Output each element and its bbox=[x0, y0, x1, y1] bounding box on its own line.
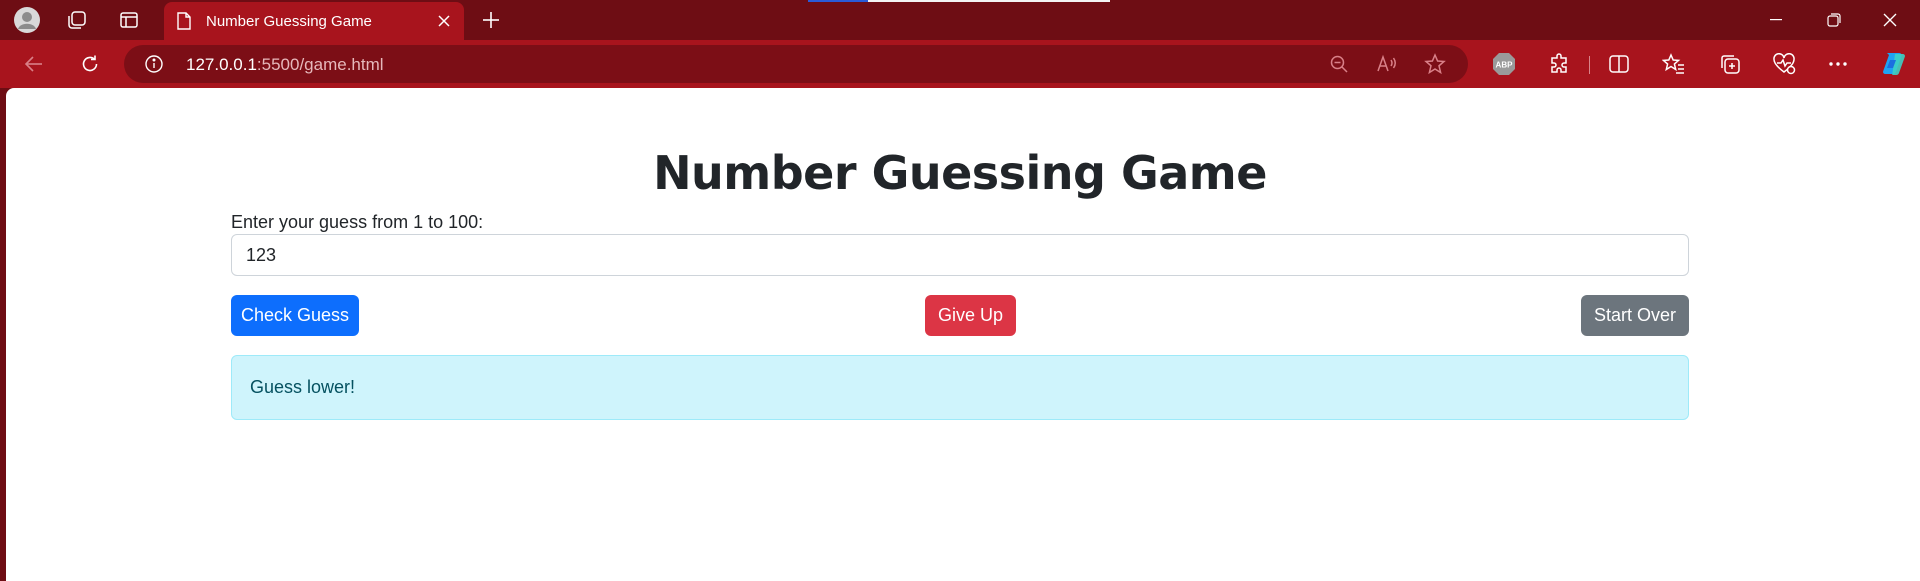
back-icon[interactable] bbox=[16, 47, 52, 81]
tab-actions-icon[interactable] bbox=[112, 4, 146, 36]
minimize-icon[interactable] bbox=[1748, 0, 1804, 40]
adblock-icon[interactable]: ABP bbox=[1486, 47, 1522, 81]
start-over-button[interactable]: Start Over bbox=[1581, 295, 1689, 336]
url-path: :5500/game.html bbox=[256, 55, 384, 74]
window-close-icon[interactable] bbox=[1862, 0, 1918, 40]
extensions-icon[interactable] bbox=[1542, 47, 1578, 81]
info-icon[interactable] bbox=[142, 52, 166, 76]
result-message-text: Guess lower! bbox=[250, 377, 356, 397]
toolbar-separator bbox=[1589, 56, 1590, 74]
url-host: 127.0.0.1 bbox=[186, 55, 257, 74]
split-screen-icon[interactable] bbox=[1601, 47, 1637, 81]
favorites-icon[interactable] bbox=[1656, 47, 1692, 81]
close-icon[interactable] bbox=[430, 7, 458, 35]
page-icon bbox=[176, 12, 192, 30]
profile-icon[interactable] bbox=[10, 4, 44, 36]
page-viewport: Number Guessing Game Enter your guess fr… bbox=[6, 88, 1920, 581]
new-tab-icon[interactable] bbox=[474, 4, 508, 36]
refresh-icon[interactable] bbox=[72, 47, 108, 81]
guess-label: Enter your guess from 1 to 100: bbox=[231, 212, 484, 232]
adblock-label: ABP bbox=[1496, 61, 1514, 70]
give-up-button[interactable]: Give Up bbox=[925, 295, 1016, 336]
guess-input[interactable] bbox=[231, 234, 1689, 276]
restore-icon[interactable] bbox=[1806, 0, 1862, 40]
result-message: Guess lower! bbox=[231, 355, 1689, 420]
window-drag-indicator bbox=[808, 0, 1110, 2]
browser-toolbar: 127.0.0.1:5500/game.html ABP bbox=[0, 40, 1920, 88]
page-title: Number Guessing Game bbox=[653, 146, 1267, 200]
workspaces-icon[interactable] bbox=[60, 4, 94, 36]
url-text[interactable]: 127.0.0.1:5500/game.html bbox=[186, 55, 384, 75]
tab-strip: Number Guessing Game bbox=[0, 0, 1920, 40]
more-icon[interactable] bbox=[1820, 47, 1856, 81]
browser-essentials-icon[interactable] bbox=[1766, 47, 1802, 81]
read-aloud-icon[interactable] bbox=[1372, 50, 1402, 78]
check-guess-button[interactable]: Check Guess bbox=[231, 295, 359, 336]
copilot-icon[interactable] bbox=[1876, 47, 1912, 81]
tab-title: Number Guessing Game bbox=[206, 12, 372, 30]
zoom-out-icon[interactable] bbox=[1324, 50, 1354, 78]
address-bar[interactable]: 127.0.0.1:5500/game.html bbox=[124, 45, 1468, 83]
collections-icon[interactable] bbox=[1712, 47, 1748, 81]
favorite-icon[interactable] bbox=[1420, 50, 1450, 78]
active-tab[interactable]: Number Guessing Game bbox=[164, 2, 464, 40]
